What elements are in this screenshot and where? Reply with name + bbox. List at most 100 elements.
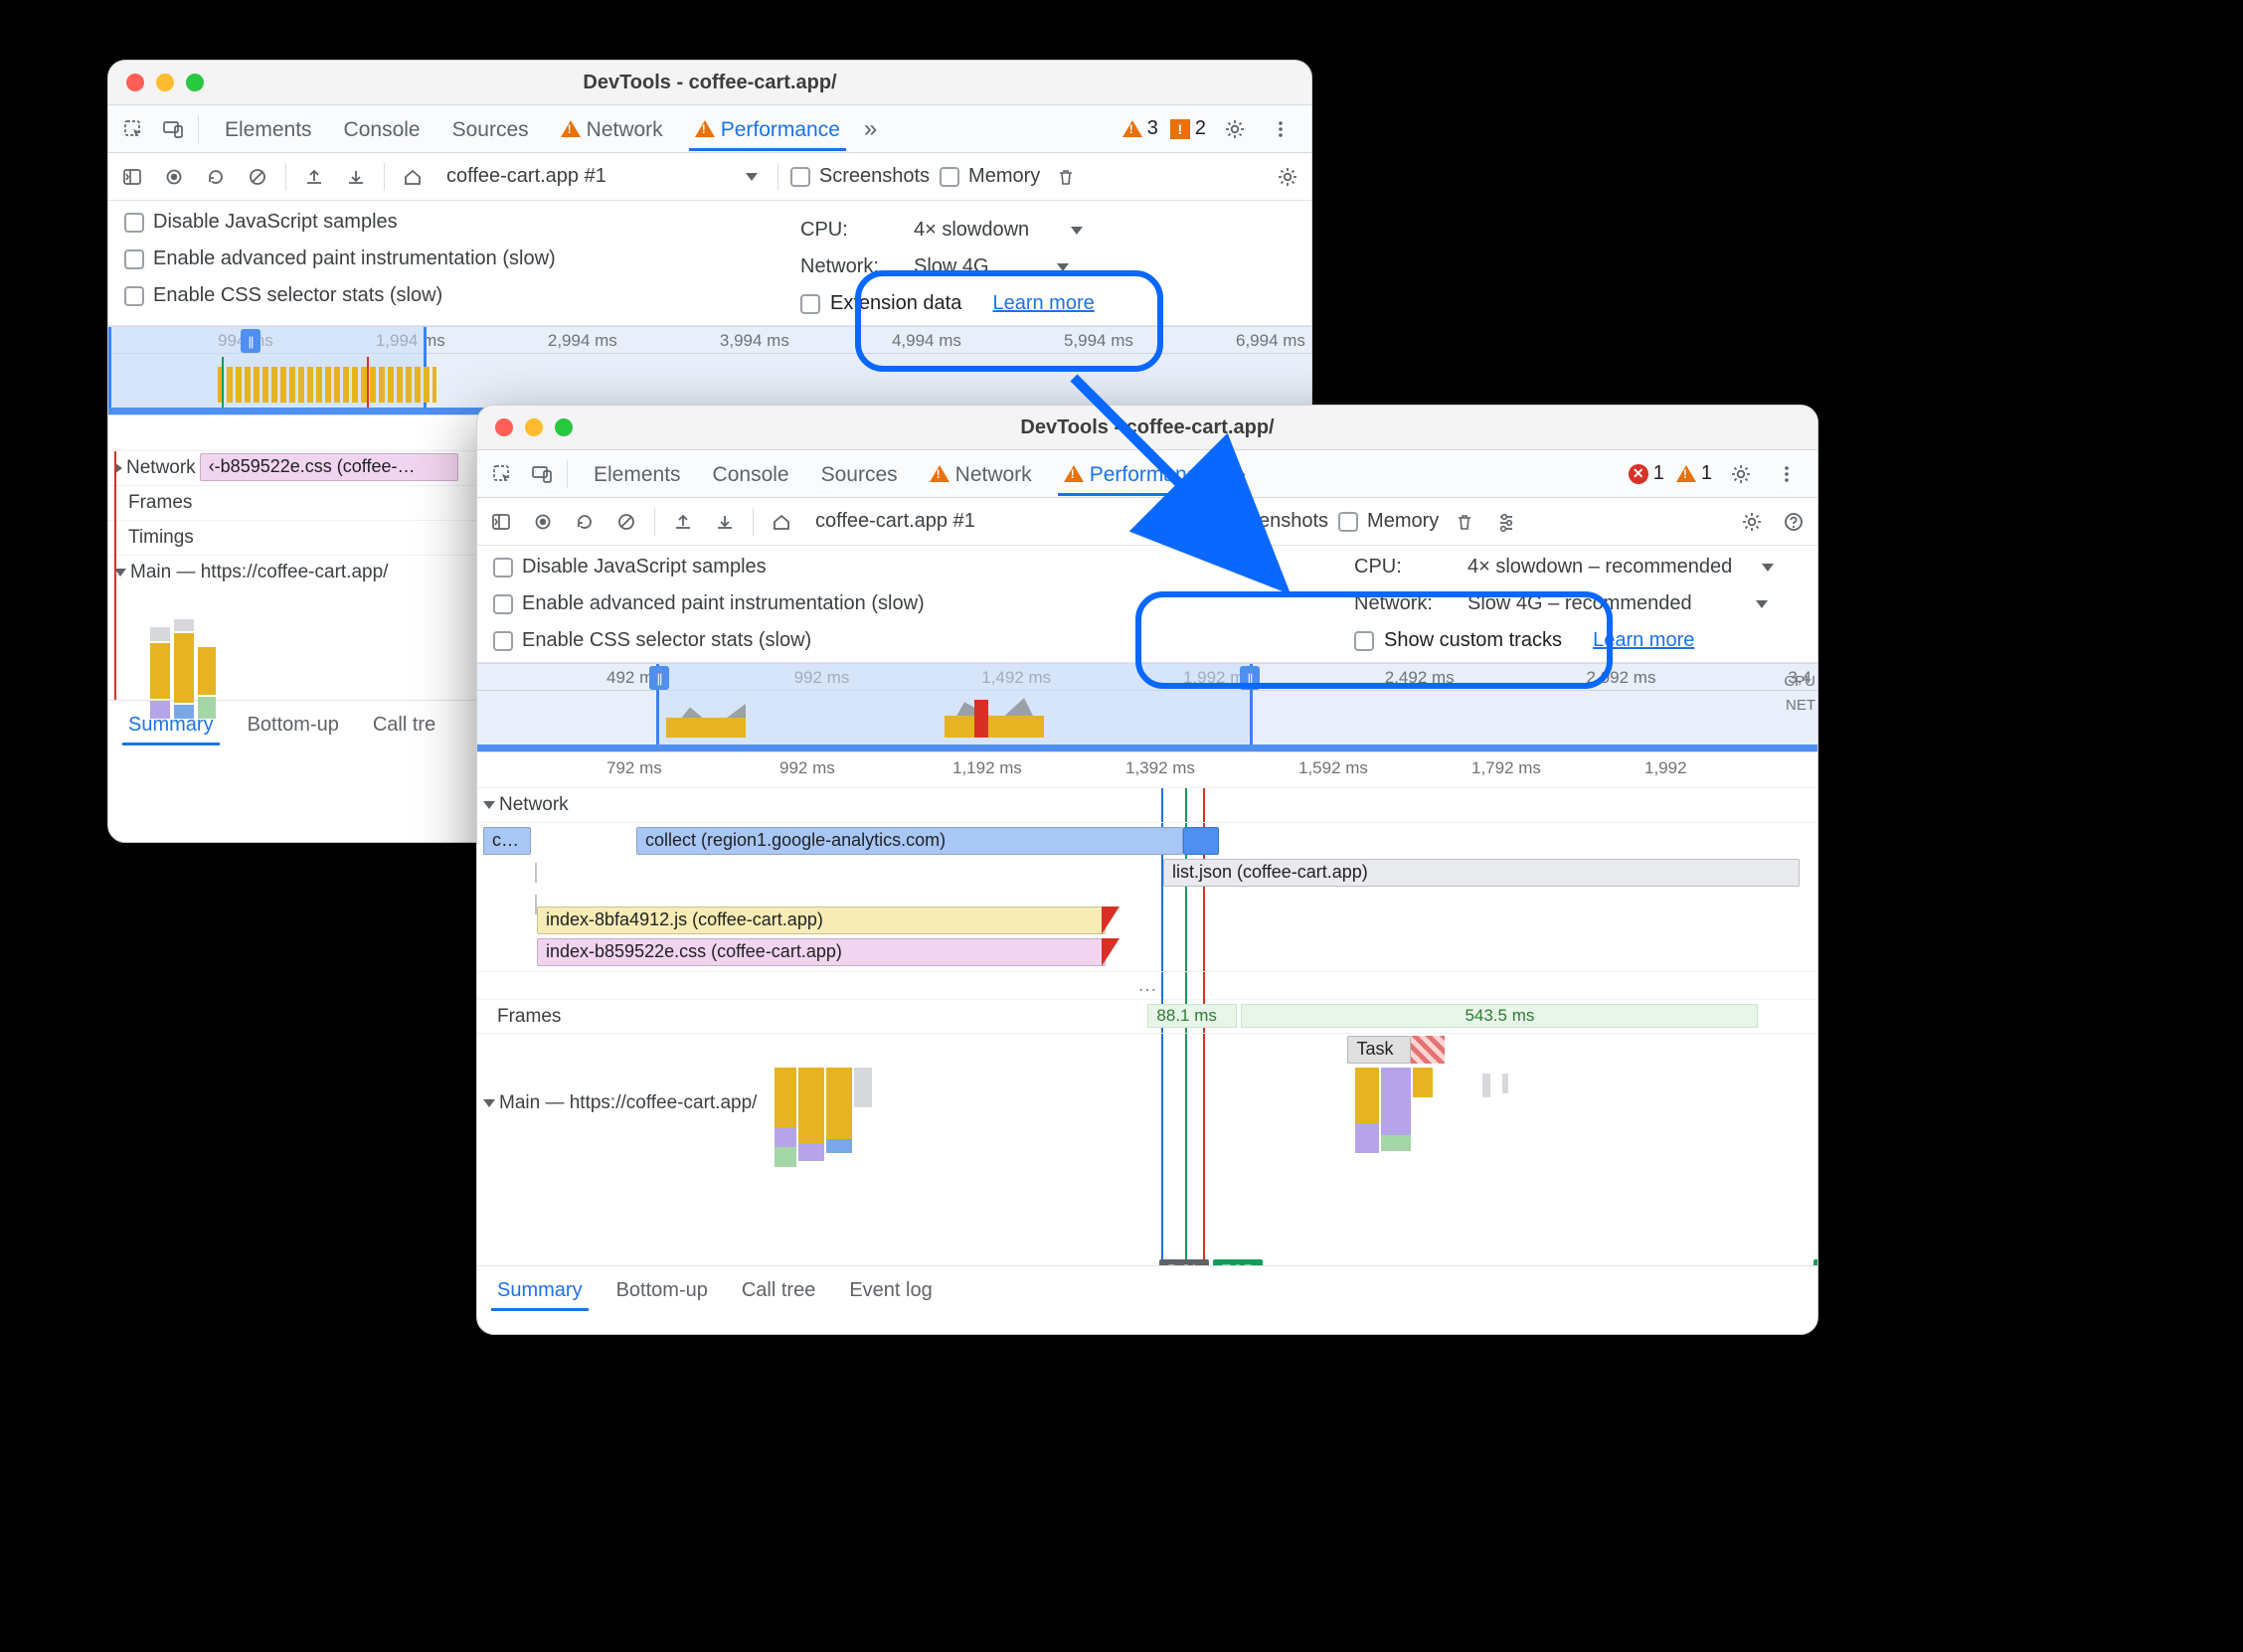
disable-js-checkbox[interactable]: Disable JavaScript samples — [493, 556, 1324, 578]
overview-minimap[interactable]: 994 ms 1,994 ms 2,994 ms 3,994 ms 4,994 … — [108, 326, 1311, 415]
tab-network[interactable]: Network — [928, 453, 1034, 495]
tab-summary[interactable]: Summary — [495, 1269, 585, 1310]
network-request-bar[interactable]: index-8bfa4912.js (coffee-cart.app) — [537, 907, 1106, 934]
inspect-icon[interactable] — [116, 112, 150, 146]
tab-elements[interactable]: Elements — [223, 108, 314, 150]
network-throttle-select[interactable]: Network:Slow 4G — [800, 255, 1297, 278]
panel-toggle-icon[interactable] — [116, 161, 148, 193]
errors-badge[interactable]: 1 — [1629, 462, 1664, 485]
device-toggle-icon[interactable] — [156, 112, 190, 146]
cpu-throttle-select[interactable]: CPU:4× slowdown – recommended — [1354, 556, 1804, 578]
inspect-icon[interactable] — [485, 457, 519, 491]
reload-record-button[interactable] — [200, 161, 232, 193]
tab-console[interactable]: Console — [711, 453, 791, 495]
more-tabs[interactable]: » — [864, 115, 877, 143]
expand-icon[interactable] — [483, 801, 495, 809]
dcl-marker[interactable]: DCL — [1159, 1259, 1209, 1265]
tab-elements[interactable]: Elements — [592, 453, 683, 495]
home-icon[interactable] — [766, 506, 797, 538]
show-custom-tracks-checkbox[interactable] — [1354, 631, 1374, 651]
download-button[interactable] — [340, 161, 372, 193]
zoom-icon[interactable] — [555, 418, 573, 436]
more-tabs[interactable]: » — [1233, 460, 1246, 488]
tab-bottom-up[interactable]: Bottom-up — [614, 1269, 710, 1310]
adv-paint-checkbox[interactable]: Enable advanced paint instrumentation (s… — [124, 248, 771, 270]
memory-checkbox[interactable]: Memory — [1338, 510, 1439, 533]
tab-call-tree[interactable]: Call tree — [740, 1269, 817, 1310]
network-request-bar[interactable]: index-b859522e.css (coffee-cart.app) — [537, 938, 1106, 966]
page-select[interactable]: coffee-cart.app #1 — [807, 506, 1164, 537]
close-icon[interactable] — [126, 74, 144, 91]
close-icon[interactable] — [495, 418, 513, 436]
minimize-icon[interactable] — [525, 418, 543, 436]
page-select[interactable]: coffee-cart.app #1 — [438, 161, 766, 192]
warnings-badge[interactable]: 1 — [1676, 462, 1712, 485]
capture-settings-icon[interactable] — [1272, 161, 1303, 193]
css-stats-checkbox[interactable]: Enable CSS selector stats (slow) — [493, 629, 1324, 652]
clear-button[interactable] — [242, 161, 273, 193]
network-request-bar[interactable]: collect (region1.google-analytics.com) — [636, 827, 1183, 855]
record-button[interactable] — [527, 506, 559, 538]
tab-performance[interactable]: Performance — [693, 108, 842, 150]
frame-chip[interactable]: 543.5 ms — [1241, 1004, 1758, 1028]
learn-more-link[interactable]: Learn more — [1593, 629, 1694, 652]
fcp-marker[interactable]: FCP — [1213, 1259, 1263, 1265]
frame-chip[interactable]: 88.1 ms — [1147, 1004, 1237, 1028]
learn-more-link[interactable]: Learn more — [992, 292, 1094, 315]
download-button[interactable] — [709, 506, 741, 538]
adv-paint-checkbox[interactable]: Enable advanced paint instrumentation (s… — [493, 592, 1324, 615]
network-throttle-select[interactable]: Network:Slow 4G – recommended — [1354, 592, 1804, 615]
tab-sources[interactable]: Sources — [819, 453, 900, 495]
warnings-badge[interactable]: 3 — [1122, 117, 1158, 140]
overview-handle[interactable] — [649, 666, 669, 690]
memory-checkbox[interactable]: Memory — [940, 165, 1040, 188]
home-icon[interactable] — [397, 161, 429, 193]
upload-button[interactable] — [298, 161, 330, 193]
tab-console[interactable]: Console — [342, 108, 423, 150]
tab-summary[interactable]: Summary — [126, 704, 216, 744]
tab-performance[interactable]: Performance — [1062, 453, 1211, 495]
screenshots-checkbox[interactable]: Screenshots — [790, 165, 930, 188]
tab-event-log[interactable]: Event log — [847, 1269, 934, 1310]
network-request-bar[interactable]: list.json (coffee-cart.app) — [1163, 859, 1800, 887]
minimize-icon[interactable] — [156, 74, 174, 91]
sliders-icon[interactable] — [1490, 506, 1522, 538]
trash-icon[interactable] — [1050, 161, 1082, 193]
network-request-bar[interactable]: ‹-b859522e.css (coffee-… — [200, 453, 458, 481]
css-stats-checkbox[interactable]: Enable CSS selector stats (slow) — [124, 284, 771, 307]
task-bar[interactable]: Task — [1347, 1036, 1411, 1064]
clear-button[interactable] — [610, 506, 642, 538]
tab-bottom-up[interactable]: Bottom-up — [246, 704, 341, 744]
info-badge[interactable]: 2 — [1170, 117, 1206, 140]
upload-button[interactable] — [667, 506, 699, 538]
panel-toggle-icon[interactable] — [485, 506, 517, 538]
network-request-bar[interactable]: co… — [483, 827, 531, 855]
screenshots-checkbox[interactable]: Screenshots — [1189, 510, 1328, 533]
titlebar[interactable]: DevTools - coffee-cart.app/ — [108, 61, 1311, 105]
trash-icon[interactable] — [1449, 506, 1480, 538]
help-icon[interactable] — [1778, 506, 1810, 538]
reload-record-button[interactable] — [569, 506, 601, 538]
lcp-marker[interactable]: LCP — [1813, 1259, 1817, 1265]
capture-settings-icon[interactable] — [1736, 506, 1768, 538]
more-icon[interactable] — [1770, 457, 1804, 491]
overview-handle[interactable] — [241, 329, 260, 353]
settings-icon[interactable] — [1218, 112, 1252, 146]
tab-sources[interactable]: Sources — [450, 108, 531, 150]
timeline-ruler[interactable]: 792 ms 992 ms 1,192 ms 1,392 ms 1,592 ms… — [477, 752, 1817, 788]
extension-data-checkbox[interactable] — [800, 294, 820, 314]
titlebar[interactable]: DevTools - coffee-cart.app/ — [477, 406, 1817, 450]
more-icon[interactable] — [1264, 112, 1297, 146]
settings-icon[interactable] — [1724, 457, 1758, 491]
overview-minimap[interactable]: 492 ms 992 ms 1,492 ms 1,992 ms 2,492 ms… — [477, 663, 1817, 752]
device-toggle-icon[interactable] — [525, 457, 559, 491]
tab-call-tree[interactable]: Call tre — [371, 704, 437, 744]
tab-network[interactable]: Network — [559, 108, 665, 150]
expand-icon[interactable] — [483, 1099, 495, 1107]
zoom-icon[interactable] — [186, 74, 204, 91]
record-button[interactable] — [158, 161, 190, 193]
cpu-throttle-select[interactable]: CPU:4× slowdown — [800, 219, 1297, 242]
overview-handle[interactable] — [1240, 666, 1260, 690]
disable-js-checkbox[interactable]: Disable JavaScript samples — [124, 211, 771, 234]
network-request-bar[interactable] — [1183, 827, 1219, 855]
